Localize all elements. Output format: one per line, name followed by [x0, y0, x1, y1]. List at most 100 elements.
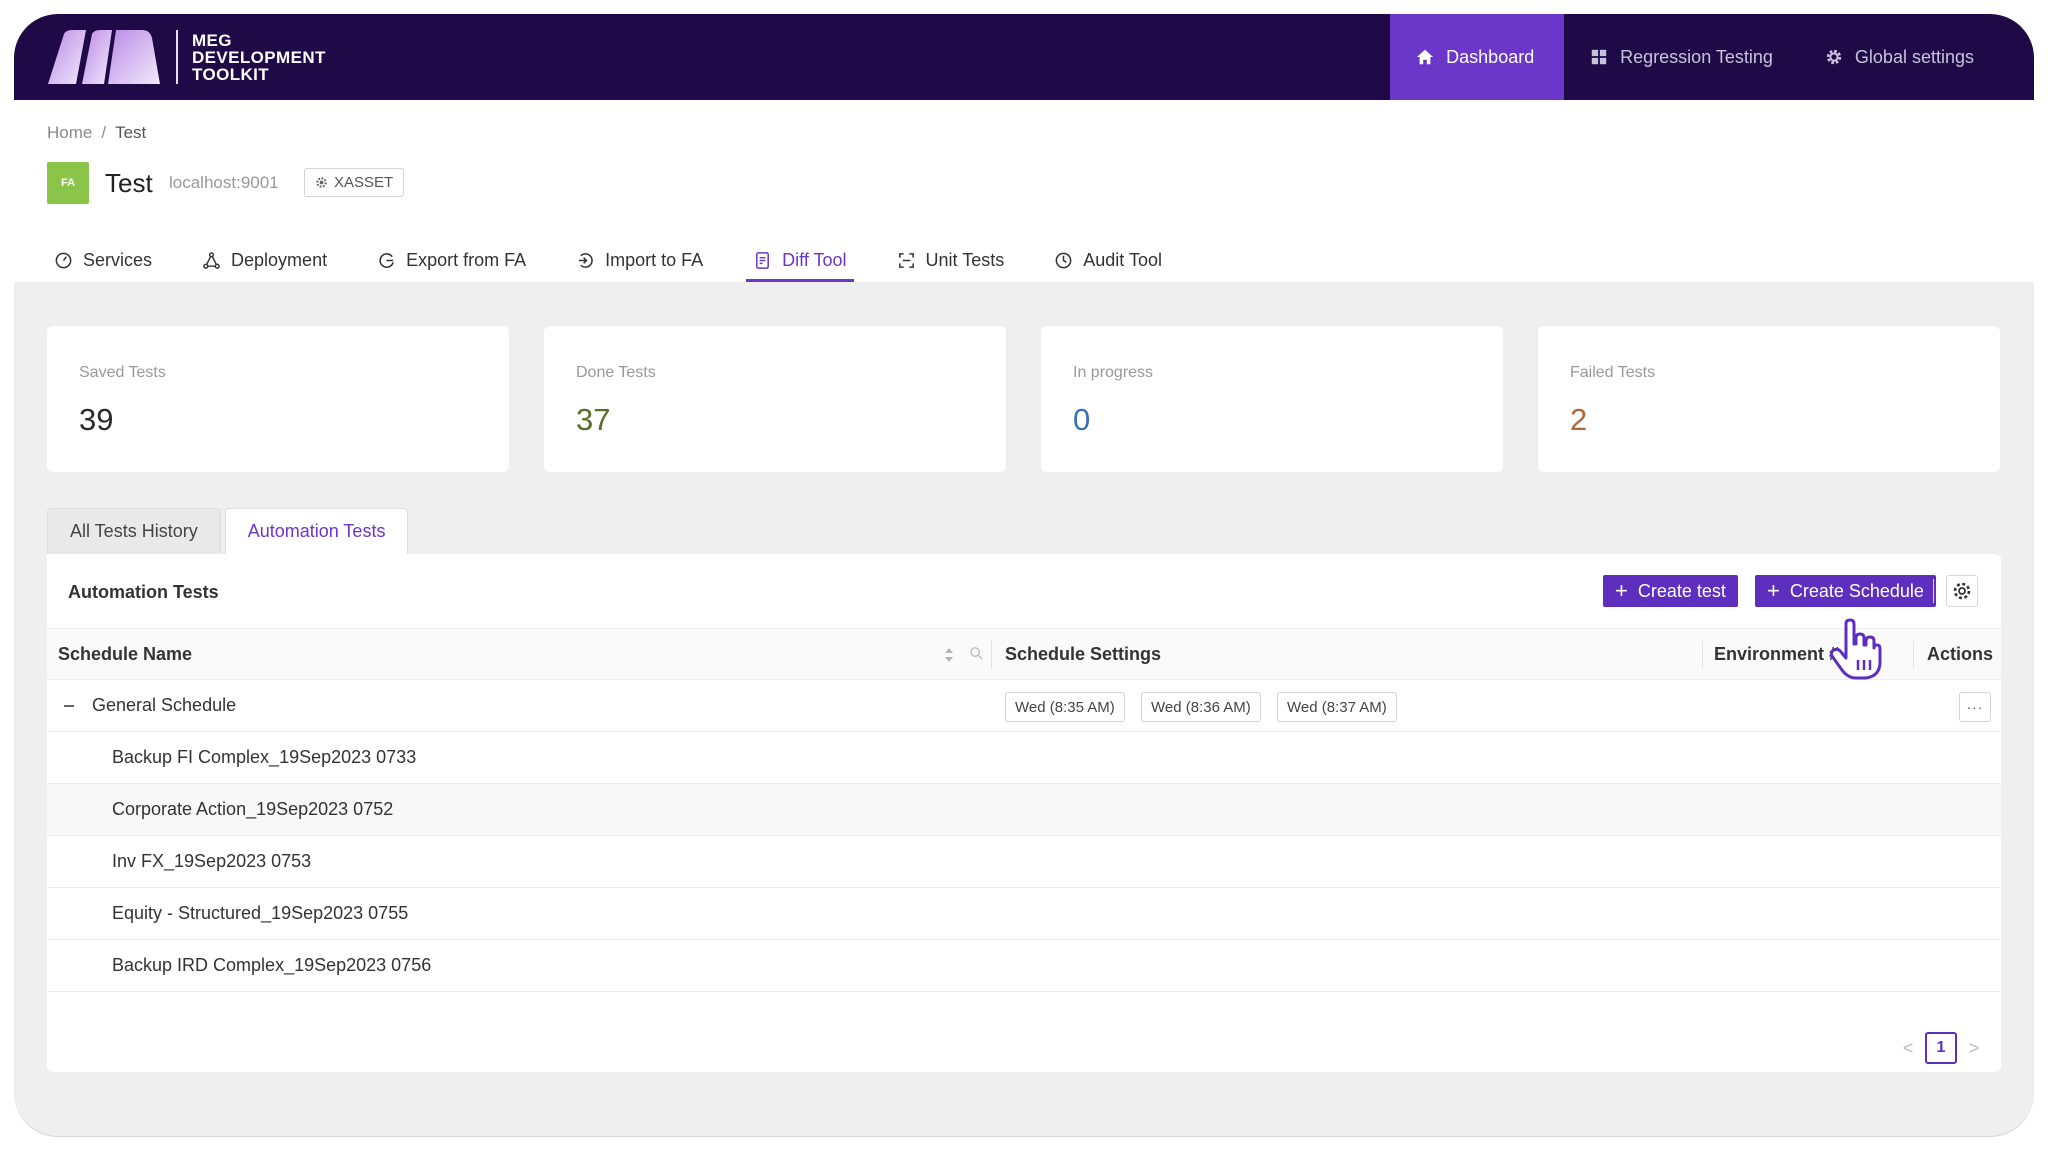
- tab-audit-tool-label: Audit Tool: [1083, 249, 1162, 270]
- schedule-group-name: General Schedule: [92, 695, 237, 715]
- create-test-label: Create test: [1637, 580, 1726, 601]
- table-row[interactable]: Backup IRD Complex_19Sep2023 0756: [47, 940, 2001, 992]
- nav-dashboard-label: Dashboard: [1446, 46, 1535, 67]
- pagination: < 1 >: [1901, 1032, 1981, 1064]
- logo-text: MEG DEVELOPMENT TOOLKIT: [192, 32, 326, 83]
- project-host: localhost:9001: [169, 173, 279, 192]
- table-header: Schedule Name Schedule Settings Environm…: [47, 628, 2001, 680]
- create-test-button[interactable]: + Create test: [1603, 575, 1738, 607]
- meg-logo-icon: [48, 30, 160, 84]
- tab-automation-tests[interactable]: Automation Tests: [224, 508, 409, 554]
- nav-dashboard[interactable]: Dashboard: [1390, 14, 1565, 100]
- asset-tag: XASSET: [304, 168, 405, 197]
- prev-page-button[interactable]: <: [1901, 1038, 1915, 1059]
- tab-export[interactable]: Export from FA: [370, 238, 533, 282]
- schedule-group-row[interactable]: General Schedule Wed (8:35 AM) Wed (8:36…: [47, 680, 2001, 732]
- dashboard-gauge-icon: [55, 252, 72, 268]
- tab-import-label: Import to FA: [605, 249, 704, 270]
- breadcrumb-separator: /: [101, 123, 107, 142]
- tab-unit-tests-label: Unit Tests: [925, 249, 1005, 270]
- column-divider: [991, 641, 992, 669]
- next-page-button[interactable]: >: [1967, 1038, 1981, 1059]
- column-divider: [1913, 641, 1914, 669]
- export-icon: [379, 252, 394, 268]
- table-row[interactable]: Corporate Action_19Sep2023 0752: [47, 784, 2001, 836]
- clock-icon: [1055, 252, 1072, 268]
- create-schedule-button[interactable]: + Create Schedule: [1755, 575, 1936, 607]
- logo-line-3: TOOLKIT: [192, 65, 270, 84]
- tab-services-label: Services: [83, 249, 153, 270]
- gear-icon: [316, 177, 327, 188]
- page-title: Test: [105, 168, 153, 198]
- stat-value: 0: [1073, 402, 1091, 437]
- table-settings-button[interactable]: [1946, 575, 1978, 607]
- tab-audit-tool[interactable]: Audit Tool: [1047, 238, 1169, 282]
- stat-card-in-progress: In progress 0: [1041, 326, 1503, 472]
- schedule-time-chip: Wed (8:36 AM): [1141, 692, 1261, 722]
- tab-services[interactable]: Services: [47, 238, 159, 282]
- project-badge: FA: [47, 162, 89, 204]
- nav-regression-testing[interactable]: Regression Testing: [1564, 14, 1799, 100]
- stat-label: Done Tests: [576, 364, 656, 381]
- logo-line-1: MEG: [192, 31, 232, 50]
- unit-test-icon: [898, 252, 914, 268]
- stat-card-failed: Failed Tests 2: [1538, 326, 2000, 472]
- breadcrumb-home[interactable]: Home: [47, 123, 92, 143]
- page-number-button[interactable]: 1: [1925, 1032, 1957, 1064]
- diff-document-icon: [756, 251, 770, 269]
- tab-import[interactable]: Import to FA: [569, 238, 710, 282]
- tab-export-label: Export from FA: [406, 249, 527, 270]
- stat-value: 2: [1570, 402, 1588, 437]
- home-icon: [1417, 49, 1434, 65]
- plus-icon: +: [1615, 578, 1628, 603]
- nav-global-settings[interactable]: Global settings: [1799, 14, 2034, 100]
- import-icon: [578, 252, 593, 268]
- stat-value: 37: [576, 402, 611, 437]
- hand-pointer-cursor-icon: [1829, 618, 1882, 680]
- stat-label: In progress: [1073, 364, 1154, 381]
- table-row[interactable]: Equity - Structured_19Sep2023 0755: [47, 888, 2001, 940]
- tab-deployment[interactable]: Deployment: [195, 238, 334, 282]
- more-actions-button[interactable]: ···: [1959, 692, 1991, 722]
- search-icon[interactable]: [969, 646, 984, 661]
- tab-diff-tool-label: Diff Tool: [782, 249, 847, 270]
- top-navigation: MEG DEVELOPMENT TOOLKIT Dashboard Regres…: [14, 14, 2034, 100]
- app-window: MEG DEVELOPMENT TOOLKIT Dashboard Regres…: [14, 14, 2034, 1136]
- logo-divider: [176, 30, 178, 84]
- table-row[interactable]: Inv FX_19Sep2023 0753: [47, 836, 2001, 888]
- stat-card-saved: Saved Tests 39: [47, 326, 509, 472]
- test-name: Backup FI Complex_19Sep2023 0733: [112, 747, 417, 767]
- sort-icon[interactable]: [943, 645, 955, 665]
- toolbar-divider: [1933, 579, 1934, 603]
- tool-tabs: Services Deployment Export from FA Impor…: [47, 238, 1205, 282]
- tab-unit-tests[interactable]: Unit Tests: [890, 238, 1012, 282]
- asset-tag-label: XASSET: [334, 174, 394, 191]
- schedule-time-chip: Wed (8:35 AM): [1005, 692, 1125, 722]
- test-name: Backup IRD Complex_19Sep2023 0756: [112, 955, 432, 975]
- nav-regression-label: Regression Testing: [1620, 46, 1773, 67]
- breadcrumb: Home / Test: [47, 123, 146, 143]
- breadcrumb-current: Test: [115, 123, 147, 142]
- history-tabs: All Tests History Automation Tests: [47, 508, 412, 554]
- project-header: Home / Test FA Test localhost:9001 XASSE…: [14, 100, 2034, 282]
- tab-diff-tool[interactable]: Diff Tool: [746, 238, 854, 282]
- nav-global-settings-label: Global settings: [1854, 46, 1974, 67]
- test-name: Equity - Structured_19Sep2023 0755: [112, 903, 409, 923]
- stat-label: Saved Tests: [79, 364, 166, 381]
- plus-icon: +: [1767, 578, 1780, 603]
- test-name: Inv FX_19Sep2023 0753: [112, 851, 312, 871]
- table-row[interactable]: Backup FI Complex_19Sep2023 0733: [47, 732, 2001, 784]
- column-actions: Actions: [1927, 644, 1994, 664]
- column-schedule-settings: Schedule Settings: [1005, 644, 1162, 664]
- create-schedule-label: Create Schedule: [1789, 580, 1924, 601]
- tab-all-tests-history[interactable]: All Tests History: [47, 508, 221, 554]
- collapse-icon[interactable]: [61, 698, 77, 714]
- schedule-time-chip: Wed (8:37 AM): [1277, 692, 1397, 722]
- column-schedule-name[interactable]: Schedule Name: [58, 644, 192, 665]
- panel-title: Automation Tests: [68, 582, 219, 602]
- test-name: Corporate Action_19Sep2023 0752: [112, 799, 394, 819]
- column-divider: [1702, 641, 1703, 669]
- stat-value: 39: [79, 402, 114, 437]
- tab-deployment-label: Deployment: [231, 249, 328, 270]
- logo-line-2: DEVELOPMENT: [192, 48, 326, 67]
